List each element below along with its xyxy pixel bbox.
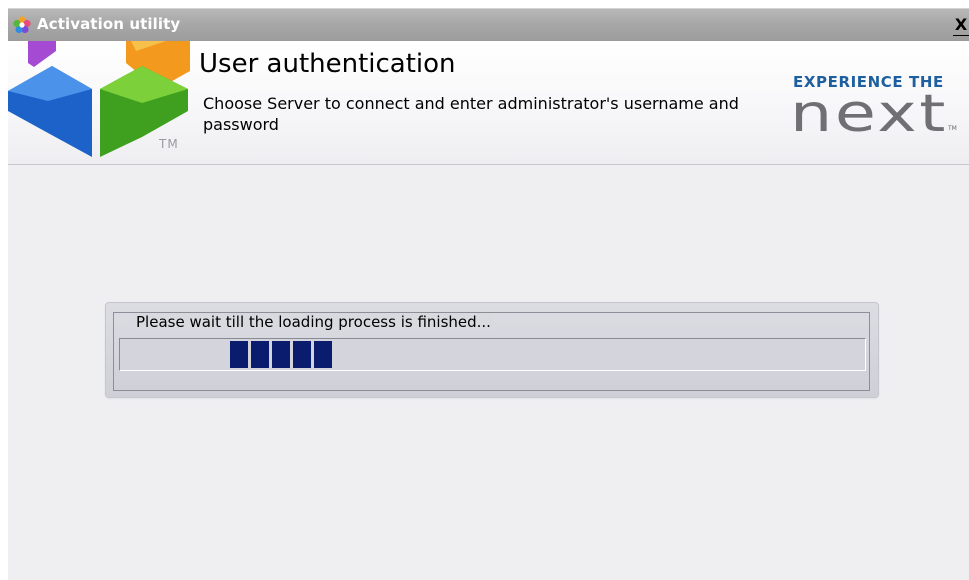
progress-block — [293, 341, 311, 368]
progress-block — [314, 341, 332, 368]
progress-indicator — [230, 341, 332, 368]
brand-logo: next — [790, 93, 948, 135]
main-content: Please wait till the loading process is … — [8, 165, 969, 580]
progress-bar — [119, 338, 866, 371]
title-bar[interactable]: Activation utility X — [8, 8, 969, 41]
brand-word: next — [790, 93, 948, 135]
brand-tagline: EXPERIENCE THE — [793, 73, 944, 91]
page-title: User authentication — [199, 49, 456, 79]
close-button[interactable]: X — [953, 16, 969, 36]
logo-trademark: TM — [159, 137, 179, 151]
colorful-flower-icon — [13, 16, 31, 34]
window-title: Activation utility — [37, 15, 181, 33]
page-description: Choose Server to connect and enter admin… — [203, 94, 739, 134]
loading-panel: Please wait till the loading process is … — [105, 302, 879, 398]
brand-trademark: TM — [948, 125, 957, 132]
header-banner: TM User authentication Choose Server to … — [8, 41, 969, 165]
progress-block — [230, 341, 248, 368]
close-icon[interactable]: X — [955, 15, 967, 34]
progress-block — [251, 341, 269, 368]
loading-message: Please wait till the loading process is … — [133, 313, 494, 331]
progress-block — [272, 341, 290, 368]
